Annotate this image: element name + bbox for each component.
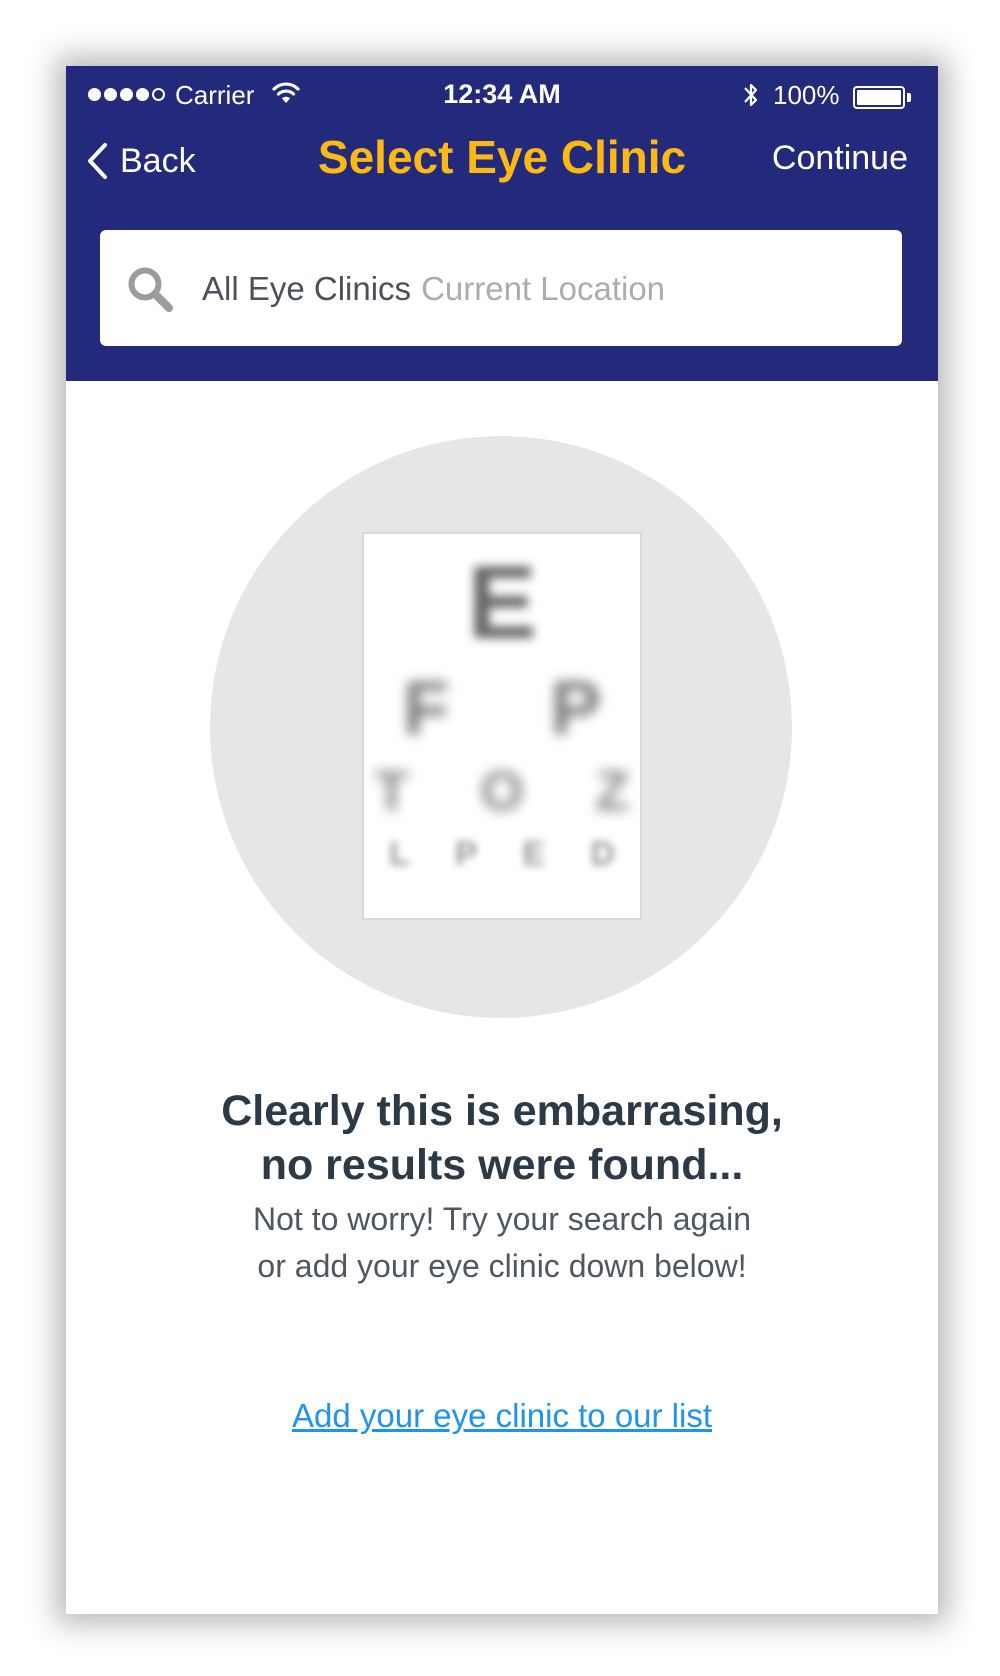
- search-input[interactable]: All Eye Clinics Current Location: [202, 270, 665, 308]
- continue-button[interactable]: Continue: [772, 139, 908, 178]
- subtext-line: or add your eye clinic down below!: [257, 1248, 747, 1284]
- header: Carrier 12:34 AM 100% Back Select Eye Cl…: [66, 66, 938, 381]
- headline-line: no results were found...: [260, 1141, 744, 1189]
- search-location: Current Location: [421, 270, 666, 307]
- phone-screen: Carrier 12:34 AM 100% Back Select Eye Cl…: [66, 66, 938, 1614]
- bluetooth-icon: [742, 80, 760, 115]
- eye-chart-row: F P: [402, 666, 642, 751]
- eye-chart-row: E: [467, 545, 537, 661]
- eye-chart-card: E F P T O Z L P E D: [362, 532, 642, 920]
- status-bar: Carrier 12:34 AM 100%: [66, 66, 938, 128]
- subtext-line: Not to worry! Try your search again: [253, 1201, 751, 1237]
- eye-chart-row: T O Z: [374, 759, 658, 822]
- add-clinic-link[interactable]: Add your eye clinic to our list: [66, 1397, 938, 1435]
- eye-chart-row: L P E D: [389, 835, 633, 873]
- empty-state-headline: Clearly this is embarrasing, no results …: [66, 1084, 938, 1192]
- empty-state-subtext: Not to worry! Try your search again or a…: [66, 1196, 938, 1290]
- battery-percentage: 100%: [773, 80, 840, 110]
- battery-tip: [907, 93, 911, 102]
- battery-icon: [853, 86, 905, 109]
- eye-chart-illustration: E F P T O Z L P E D: [210, 436, 792, 1018]
- search-bar[interactable]: All Eye Clinics Current Location: [100, 230, 902, 346]
- search-scope: All Eye Clinics: [202, 270, 412, 307]
- headline-line: Clearly this is embarrasing,: [221, 1087, 783, 1135]
- search-icon: [126, 265, 174, 318]
